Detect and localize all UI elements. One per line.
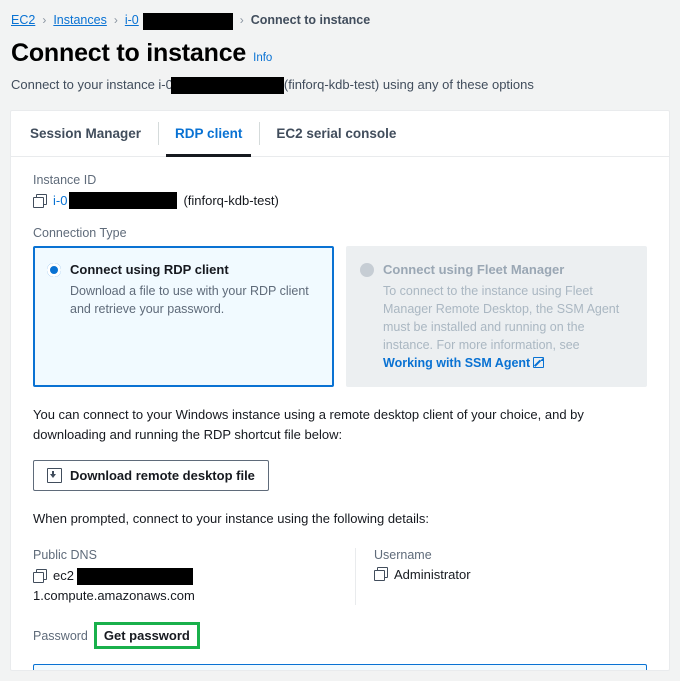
tab-rdp-client[interactable]: RDP client xyxy=(158,111,259,157)
option-connect-using-rdp-client[interactable]: Connect using RDP client Download a file… xyxy=(33,246,334,388)
breadcrumb-item-instances[interactable]: Instances xyxy=(53,13,107,27)
tab-bar: Session Manager RDP client EC2 serial co… xyxy=(11,111,669,157)
radio-rdp-client[interactable] xyxy=(47,263,61,277)
copy-icon[interactable] xyxy=(33,193,47,208)
instance-id-value[interactable]: i-0 xyxy=(53,193,67,208)
instance-name-suffix: (finforq-kdb-test) xyxy=(183,193,279,208)
redaction-bar-breadcrumb xyxy=(142,12,233,30)
username-value: Administrator xyxy=(394,566,471,582)
redaction-bar-subtitle xyxy=(170,77,284,94)
connect-panel: Session Manager RDP client EC2 serial co… xyxy=(10,110,670,671)
directory-credentials-alert: i If you've joined your instance to a di… xyxy=(33,664,647,670)
public-dns-second-line: 1.compute.amazonaws.com xyxy=(33,587,195,603)
username-value-row: Administrator xyxy=(374,567,647,582)
breadcrumb-item-instance-id[interactable]: i-0 xyxy=(125,13,139,27)
password-label: Password xyxy=(33,628,88,643)
option-description: To connect to the instance using Fleet M… xyxy=(383,282,632,373)
page-subtitle: Connect to your instance i-0 (finforq-kdb… xyxy=(11,76,680,94)
rdp-client-panel: Instance ID i-0 (finforq-kdb-test) Connec… xyxy=(11,157,669,670)
download-remote-desktop-file-button[interactable]: Download remote desktop file xyxy=(33,460,269,492)
rdp-instructions-paragraph: You can connect to your Windows instance… xyxy=(33,407,584,442)
public-dns-value: ec2 1.compute.amazonaws.com xyxy=(33,567,341,606)
instance-id-label: Instance ID xyxy=(33,173,97,187)
breadcrumb-separator: › xyxy=(42,13,47,27)
public-dns-first-line: ec2 xyxy=(33,567,341,586)
connection-type-label: Connection Type xyxy=(33,226,127,240)
username-label: Username xyxy=(374,547,432,562)
tab-session-manager[interactable]: Session Manager xyxy=(13,111,158,156)
redaction-bar-instance-id xyxy=(69,192,178,209)
download-button-label: Download remote desktop file xyxy=(70,468,255,484)
external-link-icon[interactable] xyxy=(533,357,545,369)
connection-details-paragraph: When prompted, connect to your instance … xyxy=(33,511,430,527)
option-connect-using-fleet-manager: Connect using Fleet Manager To connect t… xyxy=(346,246,647,388)
page-subtitle-suffix: (finforq-kdb-test) using any of these op… xyxy=(283,77,534,92)
page-title: Connect to instance xyxy=(11,39,247,67)
breadcrumb-separator: › xyxy=(113,13,118,27)
option-description: Download a file to use with your RDP cli… xyxy=(70,283,309,316)
get-password-button[interactable]: Get password xyxy=(104,628,190,643)
download-icon xyxy=(47,468,62,484)
ssm-agent-link[interactable]: Working with SSM Agent xyxy=(383,356,530,370)
page-subtitle-prefix: Connect to your instance i-0 xyxy=(11,77,173,92)
public-dns-label: Public DNS xyxy=(33,547,97,562)
breadcrumb-item-current: Connect to instance xyxy=(250,13,371,27)
option-title: Connect using RDP client xyxy=(70,262,229,277)
tab-ec2-serial-console[interactable]: EC2 serial console xyxy=(259,111,413,156)
connection-type-options: Connect using RDP client Download a file… xyxy=(33,246,647,388)
public-dns-prefix: ec2 xyxy=(53,567,74,583)
connection-details: Public DNS ec2 1.compute.amazonaws.com U… xyxy=(33,547,647,606)
breadcrumb-separator: › xyxy=(239,13,244,27)
get-password-highlight: Get password xyxy=(93,622,200,650)
breadcrumb: EC2 › Instances › i-0 › Connect to insta… xyxy=(0,0,680,30)
copy-icon[interactable] xyxy=(33,569,47,584)
redaction-bar-public-dns xyxy=(76,567,193,585)
page-header: Connect to instance Info Connect to your… xyxy=(0,30,680,94)
breadcrumb-item-ec2[interactable]: EC2 xyxy=(11,13,35,27)
instance-id-row: i-0 (finforq-kdb-test) xyxy=(33,192,647,209)
username-column: Username Administrator xyxy=(355,547,647,606)
copy-icon[interactable] xyxy=(374,567,388,582)
page-title-row: Connect to instance Info xyxy=(11,39,680,68)
option-description-text: To connect to the instance using Fleet M… xyxy=(383,283,620,352)
option-title: Connect using Fleet Manager xyxy=(383,262,565,277)
info-link[interactable]: Info xyxy=(253,52,272,64)
password-row: Password Get password xyxy=(33,622,647,650)
radio-fleet-manager xyxy=(360,263,374,277)
public-dns-column: Public DNS ec2 1.compute.amazonaws.com xyxy=(33,548,355,606)
